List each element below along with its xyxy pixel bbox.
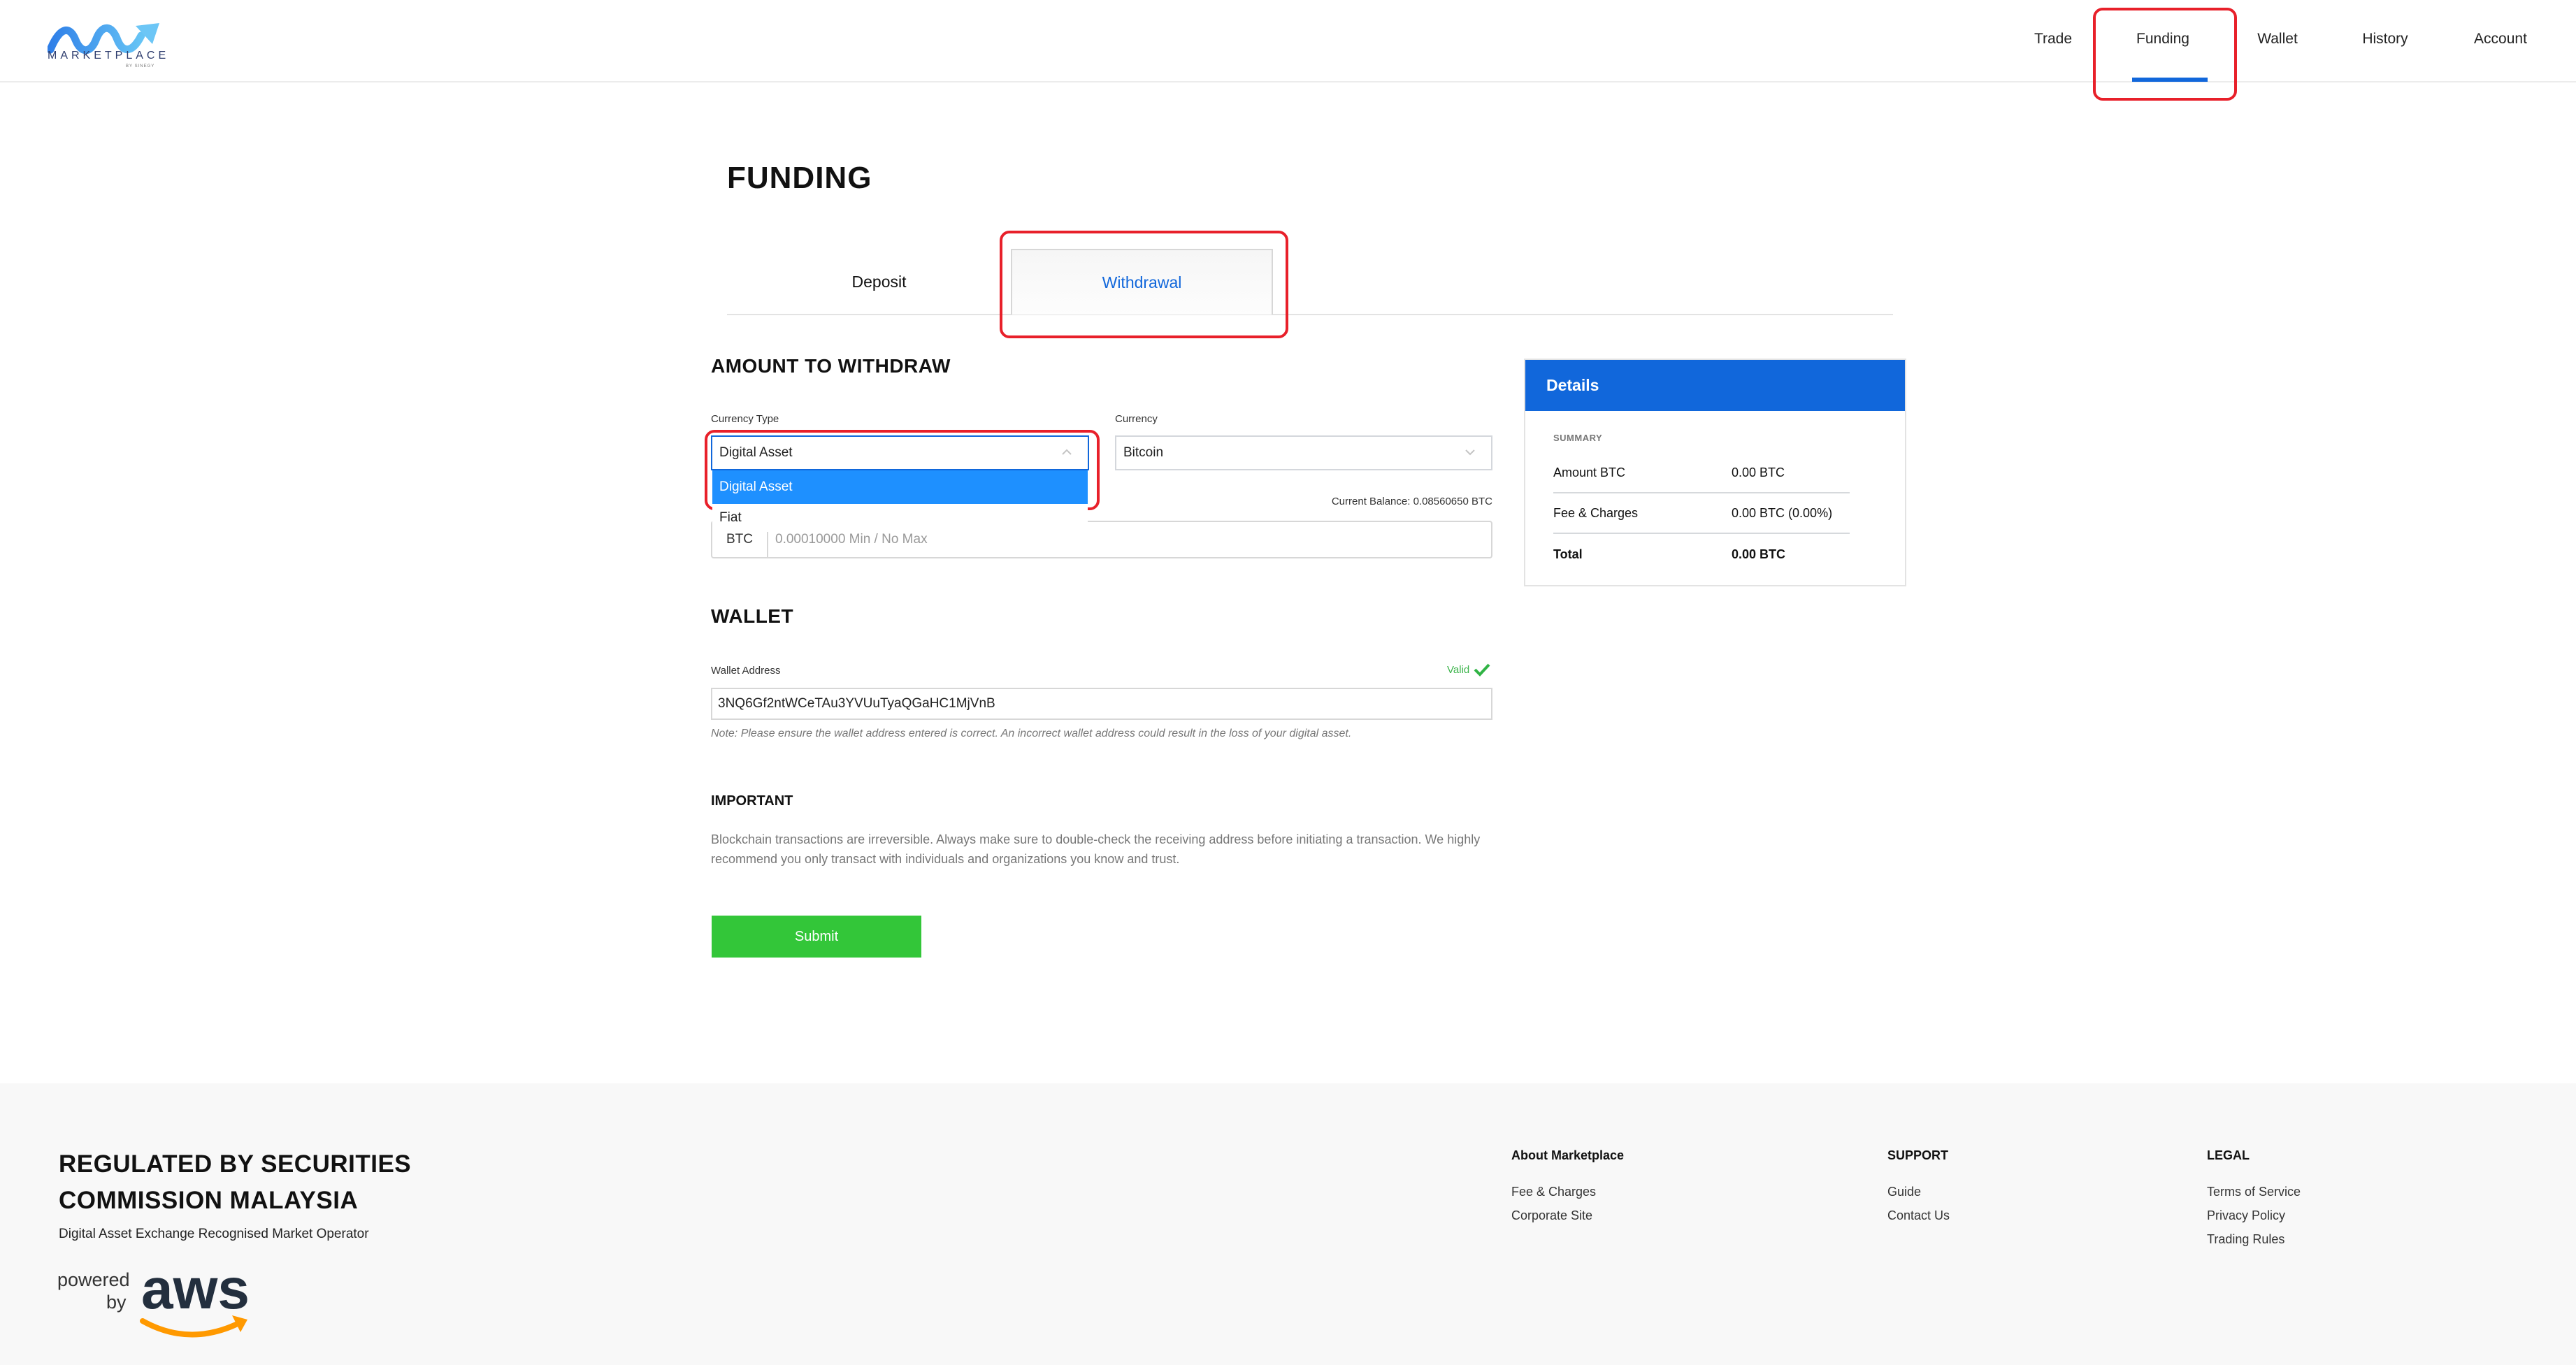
- footer-col-legal-title: LEGAL: [2207, 1148, 2250, 1162]
- powered-by-aws-logo: powered by aws: [57, 1257, 267, 1349]
- detail-row-total: Total 0.00 BTC: [1553, 534, 1850, 575]
- top-header: [0, 0, 2576, 82]
- wallet-address-input[interactable]: [711, 688, 1492, 720]
- current-balance: Current Balance: 0.08560650 BTC: [1332, 496, 1492, 507]
- important-text: Blockchain transactions are irreversible…: [711, 832, 1481, 866]
- currency-select[interactable]: Bitcoin: [1115, 435, 1492, 470]
- submit-button[interactable]: Submit: [712, 916, 921, 958]
- nav-wallet[interactable]: Wallet: [2257, 31, 2298, 48]
- footer-link-contact-us[interactable]: Contact Us: [1887, 1208, 1950, 1223]
- chevron-down-icon: [1463, 445, 1477, 459]
- regulated-line-1: REGULATED BY SECURITIES: [59, 1150, 412, 1178]
- footer: [0, 1083, 2576, 1365]
- detail-label: Fee & Charges: [1553, 505, 1639, 520]
- tab-deposit[interactable]: Deposit: [748, 249, 1010, 315]
- logo-wordmark: MARKETPLACE: [48, 50, 170, 62]
- wallet-valid-status: Valid: [1447, 663, 1490, 677]
- balance-value: 0.08560650 BTC: [1413, 496, 1492, 507]
- detail-row-amount: Amount BTC 0.00 BTC: [1553, 453, 1850, 493]
- detail-value: 0.00 BTC: [1732, 465, 1785, 479]
- footer-link-terms[interactable]: Terms of Service: [2207, 1185, 2301, 1199]
- footer-link-fee-charges[interactable]: Fee & Charges: [1511, 1185, 1596, 1199]
- footer-link-guide[interactable]: Guide: [1887, 1185, 1921, 1199]
- currency-type-label: Currency Type: [711, 413, 779, 425]
- detail-label: Amount BTC: [1553, 465, 1626, 479]
- detail-value: 0.00 BTC: [1732, 547, 1786, 561]
- summary-label: SUMMARY: [1553, 433, 1603, 443]
- footer-col-support-title: SUPPORT: [1887, 1148, 1949, 1162]
- tab-withdrawal[interactable]: Withdrawal: [1011, 249, 1273, 315]
- wallet-address-label: Wallet Address: [711, 665, 781, 677]
- chevron-up-icon: [1060, 445, 1074, 459]
- footer-col-about-title: About Marketplace: [1511, 1148, 1625, 1162]
- details-panel: Details SUMMARY Amount BTC 0.00 BTC Fee …: [1524, 359, 1906, 586]
- currency-type-dropdown: Digital Asset Fiat: [712, 470, 1088, 532]
- amount-section-title: AMOUNT TO WITHDRAW: [711, 355, 951, 377]
- nav-active-indicator: [2132, 78, 2208, 82]
- currency-type-select[interactable]: Digital Asset: [711, 435, 1089, 470]
- footer-link-trading-rules[interactable]: Trading Rules: [2207, 1232, 2284, 1247]
- detail-label: Total: [1553, 547, 1583, 561]
- currency-value: Bitcoin: [1123, 445, 1164, 460]
- nav-funding[interactable]: Funding: [2136, 31, 2189, 48]
- balance-label: Current Balance:: [1331, 496, 1411, 507]
- nav-account[interactable]: Account: [2474, 31, 2527, 48]
- nav-trade[interactable]: Trade: [2034, 31, 2072, 48]
- checkmark-icon: [1474, 663, 1490, 677]
- wallet-section-title: WALLET: [711, 605, 794, 627]
- regulated-title: REGULATED BY SECURITIES COMMISSION MALAY…: [59, 1146, 411, 1219]
- currency-type-value: Digital Asset: [719, 445, 793, 460]
- valid-text: Valid: [1447, 663, 1470, 676]
- details-title: Details: [1525, 360, 1905, 411]
- logo-subtext: BY SINEGY: [126, 64, 155, 68]
- dropdown-option-digital-asset[interactable]: Digital Asset: [712, 470, 1088, 504]
- footer-link-privacy[interactable]: Privacy Policy: [2207, 1208, 2285, 1223]
- regulated-line-2: COMMISSION MALAYSIA: [59, 1187, 359, 1214]
- page-title: FUNDING: [727, 161, 872, 195]
- svg-text:by: by: [106, 1292, 127, 1313]
- regulated-subtitle: Digital Asset Exchange Recognised Market…: [59, 1227, 369, 1241]
- wallet-note: Note: Please ensure the wallet address e…: [711, 728, 1352, 739]
- footer-link-corporate-site[interactable]: Corporate Site: [1511, 1208, 1592, 1223]
- detail-row-fee: Fee & Charges 0.00 BTC (0.00%): [1553, 493, 1850, 534]
- svg-text:aws: aws: [141, 1265, 250, 1321]
- important-title: IMPORTANT: [711, 793, 793, 809]
- detail-value: 0.00 BTC (0.00%): [1732, 505, 1833, 520]
- currency-label: Currency: [1115, 413, 1158, 425]
- dropdown-option-fiat[interactable]: Fiat: [712, 504, 1088, 532]
- nav-history[interactable]: History: [2362, 31, 2408, 48]
- svg-text:powered: powered: [57, 1269, 130, 1290]
- aws-logo-icon: powered by aws: [57, 1257, 250, 1338]
